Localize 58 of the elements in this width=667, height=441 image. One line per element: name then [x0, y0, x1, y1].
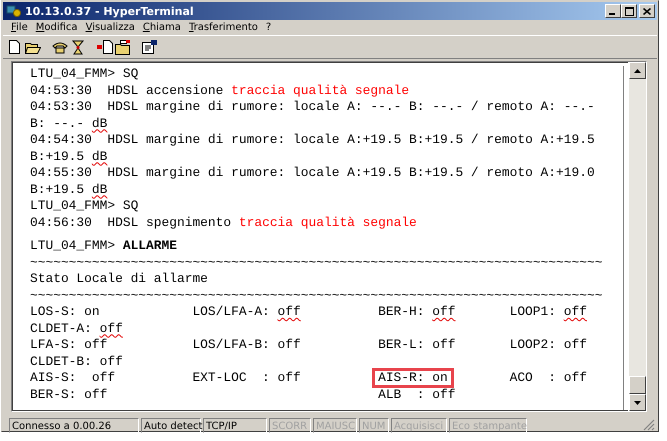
- terminal-line: ~~~~~~~~~~~~~~~~~~~~~~~~~~~~~~~~~~~~~~~~~~~~~~~~~~~~~~~~~~~~~~~~~~~~~~~~~~: [30, 254, 604, 271]
- status-pane: Connesso a 0.00.26: [9, 418, 139, 432]
- highlighted-alarm-status: AIS-R: on: [375, 371, 451, 386]
- alarm-status: CLDET-A: off: [30, 320, 123, 337]
- alarm-status: LOOP1: off: [510, 304, 587, 320]
- scroll-up-arrow-icon[interactable]: [634, 68, 641, 72]
- send-file-icon[interactable]: [96, 40, 112, 54]
- alarm-status: LOS-S: on: [30, 304, 100, 320]
- terminal-line: LTU_04_FMM> ALLARME: [30, 238, 178, 254]
- alarm-status: LOOP2: off: [510, 337, 587, 354]
- alarm-status: ACO : off: [510, 370, 587, 386]
- maximize-icon: [624, 6, 634, 16]
- menu-item[interactable]: Trasferimento: [184, 22, 262, 33]
- minimize-button[interactable]: [605, 4, 621, 18]
- terminal-line: 04:55:30 HDSL margine di rumore: locale A:+19.5 B:+19.5 / remoto A:+19.0: [30, 165, 596, 182]
- menu-item[interactable]: Modifica: [32, 22, 82, 33]
- maximize-button[interactable]: [621, 4, 637, 18]
- close-icon: [643, 8, 651, 14]
- menu-item[interactable]: ?: [262, 22, 276, 33]
- alarm-status: AIS-S: off: [30, 370, 116, 386]
- terminal-line: LTU_04_FMM> SQ: [30, 66, 140, 82]
- alarm-status: CLDET-B: off: [30, 354, 123, 370]
- telephone-icon[interactable]: [52, 40, 68, 54]
- terminal-line: B: --.- dB: [30, 116, 108, 132]
- scroll-thumb[interactable]: [629, 376, 646, 394]
- terminal-line: B:+19.5 dB: [30, 182, 108, 198]
- new-file-icon[interactable]: [8, 40, 21, 54]
- alarm-status: LOS/LFA-A: off: [192, 304, 301, 320]
- alarm-status: LFA-S: off: [30, 337, 108, 354]
- alarm-status: BER-H: off: [378, 304, 456, 320]
- scroll-down-arrow-icon[interactable]: [634, 400, 641, 404]
- terminal-line: 04:56:30 HDSL spegnimento traccia qualità segnale: [30, 214, 418, 231]
- terminal-line: Stato Locale di allarme: [30, 271, 209, 288]
- alarm-status: BER-L: off: [378, 337, 456, 354]
- alarm-status: BER-S: off: [30, 386, 108, 403]
- open-folder-icon[interactable]: [24, 40, 40, 54]
- alarm-status: LOS/LFA-B: off: [192, 337, 301, 354]
- terminal-line: B:+19.5 dB: [30, 148, 108, 165]
- alarm-status: EXT-LOC : off: [192, 370, 301, 386]
- receive-file-icon[interactable]: [114, 40, 130, 54]
- terminal-line: LTU_04_FMM> SQ: [30, 198, 140, 214]
- close-button[interactable]: [639, 4, 655, 18]
- window-title: 10.13.0.37 - HyperTerminal: [25, 4, 195, 18]
- terminal-line: 04:53:30 HDSL margine di rumore: locale A: --.- B: --.- / remoto A: --.-: [30, 99, 596, 116]
- vertical-scrollbar[interactable]: [628, 62, 646, 411]
- status-pane: Auto detect: [141, 418, 201, 432]
- hang-up-icon[interactable]: [70, 40, 84, 54]
- status-pane: TCP/IP: [203, 418, 267, 432]
- properties-icon[interactable]: [142, 40, 157, 54]
- terminal-line: 04:53:30 HDSL accensione traccia qualità segnale: [30, 82, 410, 99]
- terminal-line: 04:54:30 HDSL margine di rumore: locale A:+19.5 B:+19.5 / remoto A:+19.5: [30, 132, 596, 148]
- alarm-status: ALB : off: [378, 386, 456, 403]
- app-icon: [6, 4, 21, 18]
- terminal-line: ~~~~~~~~~~~~~~~~~~~~~~~~~~~~~~~~~~~~~~~~~~~~~~~~~~~~~~~~~~~~~~~~~~~~~~~~~~: [30, 288, 604, 304]
- menu-item[interactable]: Chiama: [138, 22, 185, 33]
- resize-grip-icon[interactable]: [643, 419, 655, 431]
- menu-item[interactable]: Visualizza: [82, 22, 139, 33]
- menu-item[interactable]: File: [7, 22, 32, 33]
